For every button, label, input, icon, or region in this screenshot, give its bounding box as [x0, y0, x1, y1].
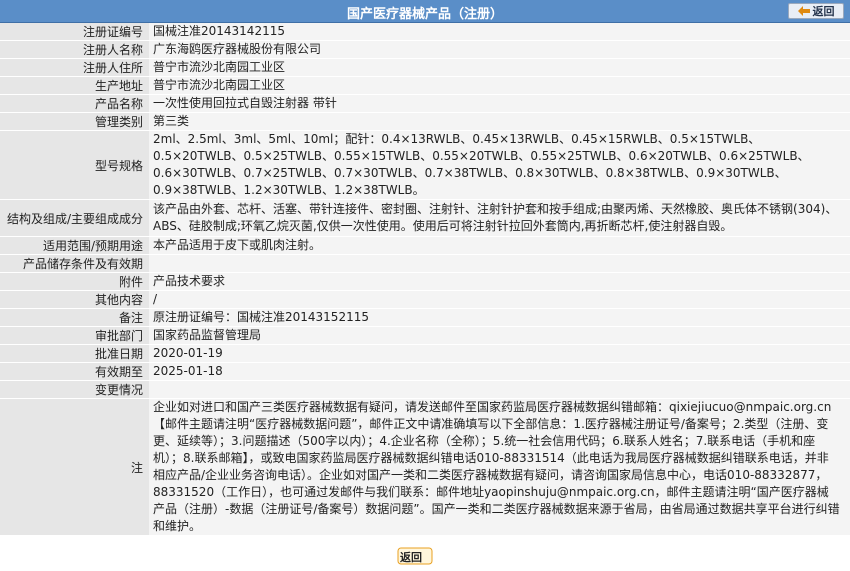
row-storage-validity: 产品储存条件及有效期 — [0, 254, 850, 273]
back-button-top-label: 返回 — [812, 5, 835, 18]
row-change-status: 变更情况 — [0, 380, 850, 399]
field-label: 批准日期 — [0, 344, 149, 363]
field-label: 结构及组成/主要组成成分 — [0, 199, 149, 237]
footer-bar: 返回 — [0, 540, 850, 571]
field-label: 备注 — [0, 308, 149, 327]
row-other: 其他内容 / — [0, 290, 850, 309]
row-registrant-address: 注册人住所 普宁市流沙北南园工业区 — [0, 58, 850, 77]
title-bar: 国产医疗器械产品（注册） 返回 — [0, 0, 850, 23]
field-value: 本产品适用于皮下或肌肉注射。 — [149, 236, 850, 255]
note-label: 注 — [0, 398, 149, 536]
row-model-spec: 型号规格 2ml、2.5ml、3ml、5ml、10ml；配针：0.4×13RWL… — [0, 130, 850, 200]
row-structure-composition: 结构及组成/主要组成成分 该产品由外套、芯杆、活塞、带针连接件、密封圈、注射针、… — [0, 199, 850, 237]
field-value: 普宁市流沙北南园工业区 — [149, 58, 850, 77]
field-value: 原注册证编号：国械注准20143152115 — [149, 308, 850, 327]
field-label: 产品名称 — [0, 94, 149, 113]
page-title: 国产医疗器械产品（注册） — [346, 7, 503, 22]
page: 国产医疗器械产品（注册） 返回 注册证编号 国械注准20143142115 注册… — [0, 0, 850, 571]
field-value: 2025-01-18 — [149, 362, 850, 381]
field-value: 国家药品监督管理局 — [149, 326, 850, 345]
field-label: 其他内容 — [0, 290, 149, 309]
field-label: 有效期至 — [0, 362, 149, 381]
row-approval-dept: 审批部门 国家药品监督管理局 — [0, 326, 850, 345]
row-approval-date: 批准日期 2020-01-19 — [0, 344, 850, 363]
field-label: 审批部门 — [0, 326, 149, 345]
field-value — [149, 254, 850, 273]
row-intended-use: 适用范围/预期用途 本产品适用于皮下或肌肉注射。 — [0, 236, 850, 255]
field-value: 一次性使用回拉式自毁注射器 带针 — [149, 94, 850, 113]
field-value — [149, 380, 850, 399]
field-label: 产品储存条件及有效期 — [0, 254, 149, 273]
row-production-address: 生产地址 普宁市流沙北南园工业区 — [0, 76, 850, 95]
field-label: 生产地址 — [0, 76, 149, 95]
row-note: 注 企业如对进口和国产三类医疗器械数据有疑问，请发送邮件至国家药监局医疗器械数据… — [0, 398, 850, 536]
back-arrow-icon — [797, 6, 810, 16]
row-registrant-name: 注册人名称 广东海鸥医疗器械股份有限公司 — [0, 40, 850, 59]
back-button-top[interactable]: 返回 — [788, 3, 844, 19]
field-label: 变更情况 — [0, 380, 149, 399]
field-value: / — [149, 290, 850, 309]
field-label: 适用范围/预期用途 — [0, 236, 149, 255]
note-text: 企业如对进口和国产三类医疗器械数据有疑问，请发送邮件至国家药监局医疗器械数据纠错… — [149, 398, 850, 536]
field-label: 注册证编号 — [0, 23, 149, 41]
field-label: 型号规格 — [0, 130, 149, 200]
field-value: 2020-01-19 — [149, 344, 850, 363]
field-label: 注册人名称 — [0, 40, 149, 59]
field-label: 附件 — [0, 272, 149, 291]
row-remarks: 备注 原注册证编号：国械注准20143152115 — [0, 308, 850, 327]
field-value: 第三类 — [149, 112, 850, 131]
row-attachment: 附件 产品技术要求 — [0, 272, 850, 291]
back-button-bottom[interactable]: 返回 — [396, 543, 444, 569]
row-management-class: 管理类别 第三类 — [0, 112, 850, 131]
field-value: 产品技术要求 — [149, 272, 850, 291]
row-registration-number: 注册证编号 国械注准20143142115 — [0, 23, 850, 41]
field-label: 注册人住所 — [0, 58, 149, 77]
field-value: 国械注准20143142115 — [149, 23, 850, 41]
field-value: 广东海鸥医疗器械股份有限公司 — [149, 40, 850, 59]
detail-table: 注册证编号 国械注准20143142115 注册人名称 广东海鸥医疗器械股份有限… — [0, 23, 850, 536]
field-label: 管理类别 — [0, 112, 149, 131]
row-valid-until: 有效期至 2025-01-18 — [0, 362, 850, 381]
row-product-name: 产品名称 一次性使用回拉式自毁注射器 带针 — [0, 94, 850, 113]
field-value: 该产品由外套、芯杆、活塞、带针连接件、密封圈、注射针、注射针护套和按手组成;由聚… — [149, 199, 850, 237]
field-value: 普宁市流沙北南园工业区 — [149, 76, 850, 95]
back-button-bottom-label: 返回 — [400, 551, 422, 564]
field-value: 2ml、2.5ml、3ml、5ml、10ml；配针：0.4×13RWLB、0.4… — [149, 130, 850, 200]
